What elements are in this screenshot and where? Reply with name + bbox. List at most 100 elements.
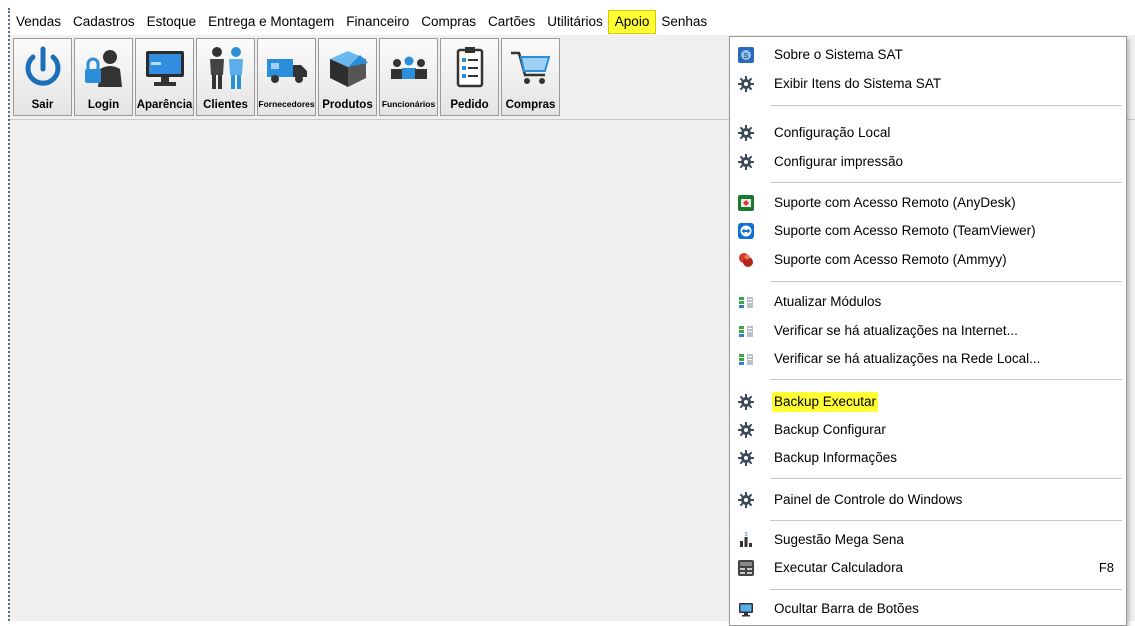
menu-item-backup-executar[interactable]: Backup Executar (730, 389, 1126, 415)
menu-item-label: Suporte com Acesso Remoto (AnyDesk) (774, 195, 1016, 210)
shopping-cart-icon (510, 51, 550, 84)
menu-separator (770, 379, 1122, 380)
menu-item-label: Painel de Controle do Windows (774, 492, 963, 507)
clients-people-icon (209, 47, 243, 89)
menu-utilitarios[interactable]: Utilitários (541, 11, 609, 33)
gear-icon (738, 125, 754, 141)
update-icon (739, 297, 753, 308)
menu-financeiro[interactable]: Financeiro (340, 11, 415, 33)
gear-icon (738, 450, 754, 466)
menu-item-label: Exibir Itens do Sistema SAT (774, 76, 942, 91)
menu-item-label: Backup Executar (772, 392, 879, 412)
ammyy-icon (739, 253, 753, 267)
menu-separator (770, 520, 1122, 521)
gear-icon (738, 394, 754, 410)
menu-item-configuracao-local[interactable]: Configuração Local (730, 120, 1126, 146)
fornecedores-button[interactable]: Fornecedores (257, 38, 316, 116)
menu-item-label: Configurar impressão (774, 154, 904, 169)
gear-icon (738, 422, 754, 438)
funcionarios-label: Funcionários (381, 99, 436, 109)
menu-item-sobre-sat[interactable]: S Sobre o Sistema SAT (730, 42, 1126, 68)
menu-item-label: Configuração Local (774, 125, 891, 140)
menu-item-configurar-impressao[interactable]: Configurar impressão (730, 149, 1126, 175)
menu-item-label: Backup Informações (774, 450, 898, 465)
update-icon (739, 354, 753, 365)
monitor-icon (739, 603, 753, 617)
login-lock-user-icon (84, 50, 122, 87)
menu-separator (770, 478, 1122, 479)
menu-item-exibir-itens-sat[interactable]: Exibir Itens do Sistema SAT (730, 71, 1126, 97)
menu-senhas[interactable]: Senhas (655, 11, 713, 33)
menu-item-label: Executar Calculadora (774, 560, 904, 575)
app-window: Vendas Cadastros Estoque Entrega e Monta… (8, 8, 1135, 626)
menu-vendas[interactable]: Vendas (10, 11, 67, 33)
clipboard-icon (456, 47, 483, 88)
menu-item-label: Suporte com Acesso Remoto (TeamViewer) (774, 223, 1036, 238)
produtos-label: Produtos (322, 99, 373, 111)
menu-item-label: Ocultar Barra de Botões (774, 601, 919, 616)
svg-text:S: S (744, 53, 749, 60)
calculator-icon (738, 560, 754, 576)
menu-item-label: Sugestão Mega Sena (774, 532, 904, 547)
menu-item-atualizar-modulos[interactable]: Atualizar Módulos (730, 289, 1126, 315)
menu-cadastros[interactable]: Cadastros (67, 11, 141, 33)
mega-sena-chart-icon: $ (740, 532, 752, 547)
sair-button[interactable]: Sair (13, 38, 72, 116)
pedido-label: Pedido (450, 99, 489, 111)
menu-item-verificar-rede-local[interactable]: Verificar se há atualizações na Rede Loc… (730, 346, 1126, 372)
menu-item-label: Verificar se há atualizações na Rede Loc… (774, 351, 1041, 366)
sat-info-icon: S (738, 47, 754, 63)
menu-item-backup-configurar[interactable]: Backup Configurar (730, 417, 1126, 443)
aparencia-button[interactable]: Aparência (135, 38, 194, 116)
gear-icon (738, 76, 754, 92)
menu-item-label: Suporte com Acesso Remoto (Ammyy) (774, 252, 1007, 267)
menu-separator (770, 589, 1122, 590)
menu-separator (770, 281, 1122, 282)
svg-text:$: $ (745, 532, 748, 538)
menu-item-ocultar-barra[interactable]: Ocultar Barra de Botões (730, 596, 1126, 622)
power-icon (25, 46, 60, 86)
shortcut-key: F8 (1098, 560, 1114, 575)
menu-item-backup-informacoes[interactable]: Backup Informações (730, 445, 1126, 471)
gear-icon (738, 154, 754, 170)
menu-item-teamviewer[interactable]: Suporte com Acesso Remoto (TeamViewer) (730, 218, 1126, 244)
gear-icon (738, 492, 754, 508)
menu-item-label: Verificar se há atualizações na Internet… (774, 323, 1018, 338)
clientes-button[interactable]: Clientes (196, 38, 255, 116)
menu-entrega-montagem[interactable]: Entrega e Montagem (202, 11, 340, 33)
produtos-button[interactable]: Produtos (318, 38, 377, 116)
anydesk-icon (738, 195, 754, 211)
menu-apoio[interactable]: Apoio (607, 9, 657, 34)
compras-button[interactable]: Compras (501, 38, 560, 116)
menu-separator (770, 105, 1122, 106)
funcionarios-button[interactable]: Funcionários (379, 38, 438, 116)
menu-estoque[interactable]: Estoque (141, 11, 203, 33)
truck-icon (266, 59, 307, 83)
menu-separator (770, 182, 1122, 183)
menu-item-verificar-internet[interactable]: Verificar se há atualizações na Internet… (730, 318, 1126, 344)
aparencia-label: Aparência (136, 99, 193, 111)
login-label: Login (87, 99, 120, 111)
clientes-label: Clientes (203, 99, 248, 111)
menu-bar: Vendas Cadastros Estoque Entrega e Monta… (10, 8, 1135, 35)
login-button[interactable]: Login (74, 38, 133, 116)
employees-group-icon (390, 56, 427, 79)
menu-item-label: Sobre o Sistema SAT (774, 47, 903, 62)
compras-label: Compras (505, 99, 556, 111)
menu-item-label: Atualizar Módulos (774, 294, 882, 309)
menu-item-label: Backup Configurar (774, 422, 886, 437)
menu-item-anydesk[interactable]: Suporte com Acesso Remoto (AnyDesk) (730, 190, 1126, 216)
menu-cartoes[interactable]: Cartões (482, 11, 541, 33)
menu-item-ammyy[interactable]: Suporte com Acesso Remoto (Ammyy) (730, 247, 1126, 273)
teamviewer-icon (738, 223, 754, 239)
menu-compras[interactable]: Compras (415, 11, 482, 33)
monitor-icon (145, 51, 184, 86)
menu-item-painel-controle[interactable]: Painel de Controle do Windows (730, 487, 1126, 513)
fornecedores-label: Fornecedores (258, 99, 315, 109)
update-icon (739, 326, 753, 337)
pedido-button[interactable]: Pedido (440, 38, 499, 116)
box-icon (329, 51, 368, 87)
menu-item-mega-sena[interactable]: $ Sugestão Mega Sena (730, 527, 1126, 553)
apoio-dropdown-menu: S Sobre o Sistema SAT Exibir Itens do Si… (729, 36, 1127, 626)
menu-item-calculadora[interactable]: Executar Calculadora F8 (730, 555, 1126, 581)
